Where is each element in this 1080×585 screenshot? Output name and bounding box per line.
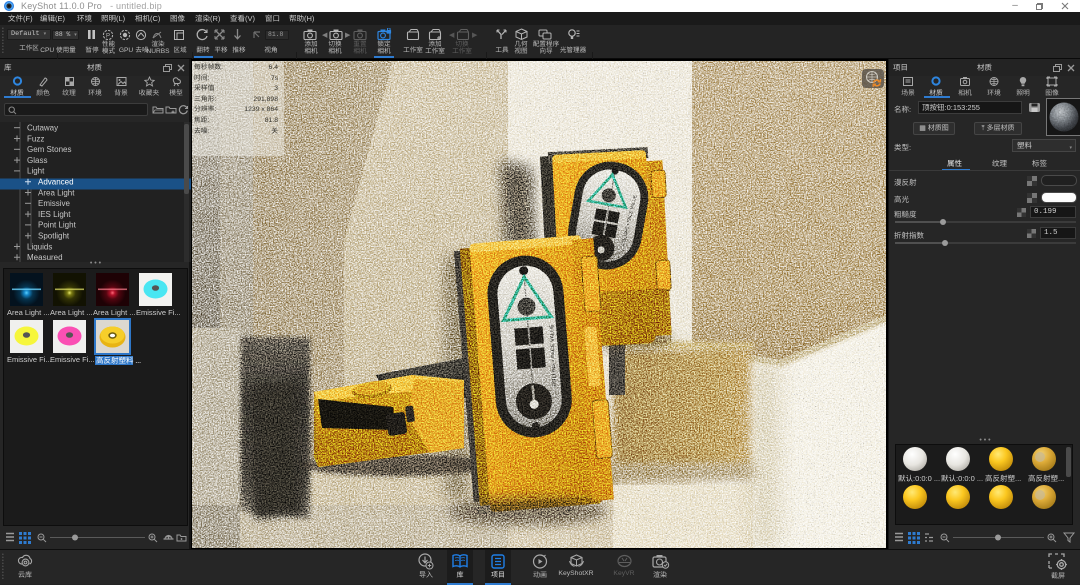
svg-text:Spotlight: Spotlight <box>38 232 70 241</box>
svg-text:Light: Light <box>27 167 45 176</box>
svg-text:Area Light: Area Light <box>38 188 75 197</box>
svg-text:Fuzz: Fuzz <box>27 134 44 143</box>
svg-text:Emissive Fi...: Emissive Fi... <box>7 355 52 364</box>
svg-text:Area Light ...: Area Light ... <box>50 308 93 317</box>
svg-text:Emissive Fi...: Emissive Fi... <box>136 308 181 317</box>
svg-text:Area Light ...: Area Light ... <box>93 308 136 317</box>
svg-text:高反射塑...: 高反射塑... <box>1028 474 1064 483</box>
svg-text:Emissive: Emissive <box>38 199 71 208</box>
svg-text:Measured: Measured <box>27 253 63 262</box>
svg-text:默认:0:0:0 ...: 默认:0:0:0 ... <box>898 474 940 483</box>
svg-text:Gem Stones: Gem Stones <box>27 145 71 154</box>
svg-text:Point Light: Point Light <box>38 221 77 230</box>
svg-text:Liquids: Liquids <box>27 242 52 251</box>
svg-text:默认:0:0:0 ...: 默认:0:0:0 ... <box>941 474 983 483</box>
svg-text:高反射塑...: 高反射塑... <box>985 474 1021 483</box>
svg-text:Glass: Glass <box>27 156 47 165</box>
svg-text:高反射塑料 ...: 高反射塑料 ... <box>96 355 141 366</box>
svg-text:Cutaway: Cutaway <box>27 124 58 133</box>
svg-text:Area Light ...: Area Light ... <box>7 308 50 317</box>
svg-text:IES Light: IES Light <box>38 210 71 219</box>
svg-text:Advanced: Advanced <box>38 178 74 187</box>
svg-text:Emissive Fi...: Emissive Fi... <box>50 355 95 364</box>
svg-text:P: P <box>106 33 110 39</box>
